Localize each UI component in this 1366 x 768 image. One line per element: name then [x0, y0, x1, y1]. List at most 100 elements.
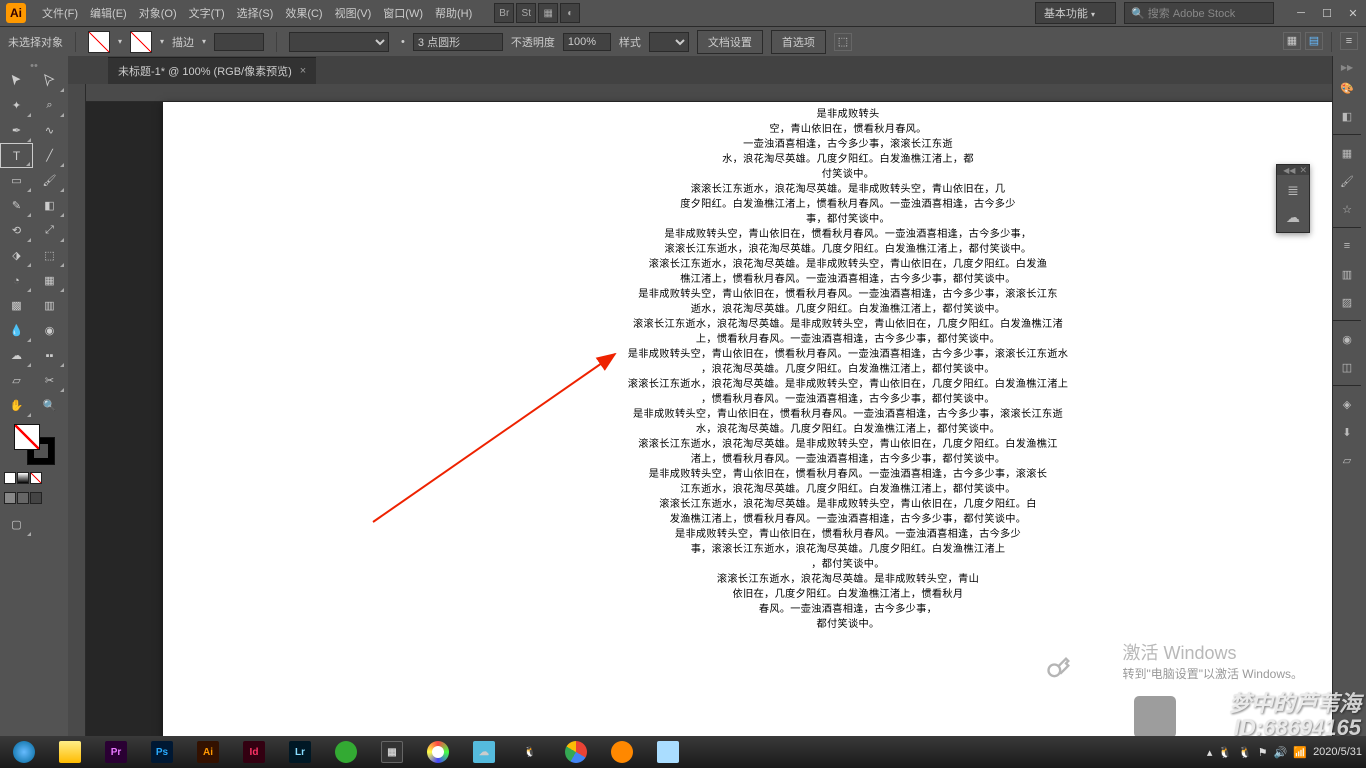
draw-behind-icon[interactable] — [17, 492, 29, 504]
taskbar-app6-icon[interactable] — [648, 738, 688, 766]
color-panel-icon[interactable]: 🎨 — [1333, 74, 1361, 102]
menu-文字(T)[interactable]: 文字(T) — [183, 2, 231, 24]
dock-collapse-icon[interactable]: ▶▶ — [1333, 60, 1361, 74]
align-pixel-icon[interactable]: ▦ — [1283, 32, 1301, 50]
taskbar-illustrator-icon[interactable]: Ai — [188, 738, 228, 766]
brush-input[interactable] — [413, 33, 503, 51]
menu-对象(O)[interactable]: 对象(O) — [133, 2, 183, 24]
tray-qq2-icon[interactable]: 🐧 — [1238, 746, 1252, 759]
taskbar-browser-icon[interactable] — [4, 738, 44, 766]
taskbar-app3-icon[interactable] — [418, 738, 458, 766]
symbols-panel-icon[interactable]: ☆ — [1333, 195, 1361, 223]
taskbar-explorer-icon[interactable] — [50, 738, 90, 766]
stroke-panel-icon[interactable]: ≡ — [1333, 232, 1361, 260]
mesh-tool[interactable]: ▩ — [0, 293, 33, 318]
line-tool[interactable]: ╱ — [33, 143, 66, 168]
eyedropper-tool[interactable]: 💧 — [0, 318, 33, 343]
color-mode-icon[interactable] — [4, 472, 16, 484]
gpu-icon[interactable]: ◐ — [560, 3, 580, 23]
taskbar-app1-icon[interactable] — [326, 738, 366, 766]
layers-panel-icon[interactable]: ◈ — [1333, 390, 1361, 418]
prefs-button[interactable]: 首选项 — [771, 30, 826, 54]
search-input[interactable]: 🔍 搜索 Adobe Stock — [1124, 2, 1274, 24]
gradient-panel-icon[interactable]: ▥ — [1333, 260, 1361, 288]
menu-帮助(H)[interactable]: 帮助(H) — [429, 2, 478, 24]
taskbar-tray[interactable]: ▴ 🐧 🐧 ⚑ 🔊 📶 2020/5/31 — [1207, 746, 1362, 759]
rotate-tool[interactable]: ⟲ — [0, 218, 33, 243]
rectangle-tool[interactable]: ▭ — [0, 168, 33, 193]
shape-builder-tool[interactable]: ◔ — [0, 268, 33, 293]
color-guide-icon[interactable]: ◧ — [1333, 102, 1361, 130]
stroke-swatch[interactable] — [130, 31, 152, 53]
artboard-tool[interactable]: ▱ — [0, 368, 33, 393]
eraser-tool[interactable]: ◧ — [33, 193, 66, 218]
shaper-tool[interactable]: ✎ — [0, 193, 33, 218]
asset-export-icon[interactable]: ⬇ — [1333, 418, 1361, 446]
libraries-panel-icon[interactable]: ☁ — [1281, 205, 1305, 229]
draw-normal-icon[interactable] — [4, 492, 16, 504]
draw-inside-icon[interactable] — [30, 492, 42, 504]
tray-date[interactable]: 2020/5/31 — [1313, 746, 1362, 758]
panel-collapse-icon[interactable]: ◀◀ — [1283, 166, 1295, 175]
style-select[interactable] — [649, 32, 689, 52]
symbol-sprayer-tool[interactable]: ☁ — [0, 343, 33, 368]
artboards-panel-icon[interactable]: ▱ — [1333, 446, 1361, 474]
lasso-tool[interactable]: ⌕ — [33, 93, 66, 118]
appearance-panel-icon[interactable]: ◉ — [1333, 325, 1361, 353]
selection-tool[interactable] — [0, 68, 33, 93]
menu-效果(C)[interactable]: 效果(C) — [279, 2, 328, 24]
gradient-mode-icon[interactable] — [17, 472, 29, 484]
hand-tool[interactable]: ✋ — [0, 393, 33, 418]
scale-tool[interactable]: ⤢ — [33, 218, 66, 243]
properties-panel-icon[interactable]: ≣ — [1281, 178, 1305, 202]
menu-窗口(W)[interactable]: 窗口(W) — [377, 2, 429, 24]
taskbar-indesign-icon[interactable]: Id — [234, 738, 274, 766]
direct-selection-tool[interactable] — [33, 68, 66, 93]
fill-swatch[interactable] — [88, 31, 110, 53]
doc-setup-button[interactable]: 文档设置 — [697, 30, 763, 54]
taskbar-chrome-icon[interactable] — [556, 738, 596, 766]
tray-up-icon[interactable]: ▴ — [1207, 746, 1213, 759]
menu-视图(V)[interactable]: 视图(V) — [329, 2, 378, 24]
tab-close-icon[interactable]: × — [300, 65, 306, 77]
transparency-panel-icon[interactable]: ▨ — [1333, 288, 1361, 316]
pen-tool[interactable]: ✒ — [0, 118, 33, 143]
graphic-styles-icon[interactable]: ◫ — [1333, 353, 1361, 381]
tray-flag-icon[interactable]: ⚑ — [1258, 746, 1268, 759]
transform-icon[interactable]: ▤ — [1305, 32, 1323, 50]
taskbar-qq-icon[interactable]: 🐧 — [510, 738, 550, 766]
arrange-icon[interactable]: ▦ — [538, 3, 558, 23]
close-icon[interactable]: ✕ — [1346, 7, 1360, 20]
perspective-tool[interactable]: ▦ — [33, 268, 66, 293]
bridge-icon[interactable]: Br — [494, 3, 514, 23]
taskbar-app4-icon[interactable]: ☁ — [464, 738, 504, 766]
type-tool[interactable]: T — [0, 143, 33, 168]
magic-wand-tool[interactable]: ✦ — [0, 93, 33, 118]
blend-tool[interactable]: ◉ — [33, 318, 66, 343]
area-type-object[interactable]: 是非成败转头空，青山依旧在，惯看秋月春风。一壶浊酒喜相逢，古今多少事，滚滚长江东… — [588, 107, 1108, 632]
none-mode-icon[interactable] — [30, 472, 42, 484]
taskbar-premiere-icon[interactable]: Pr — [96, 738, 136, 766]
menu-选择(S)[interactable]: 选择(S) — [231, 2, 280, 24]
brushes-panel-icon[interactable]: 🖌 — [1333, 167, 1361, 195]
stock-icon[interactable]: St — [516, 3, 536, 23]
stroke-weight-input[interactable] — [214, 33, 264, 51]
profile-select[interactable] — [289, 32, 389, 52]
slice-tool[interactable]: ✂ — [33, 368, 66, 393]
panel-menu-icon[interactable]: ≡ — [1340, 32, 1358, 50]
tray-wifi-icon[interactable]: 📶 — [1293, 746, 1307, 759]
maximize-icon[interactable]: ☐ — [1320, 7, 1334, 20]
opacity-input[interactable] — [563, 33, 611, 51]
paintbrush-tool[interactable]: 🖌 — [33, 168, 66, 193]
zoom-tool[interactable]: 🔍 — [33, 393, 66, 418]
curvature-tool[interactable]: ∿ — [33, 118, 66, 143]
tray-network-icon[interactable]: 🔊 — [1274, 746, 1288, 759]
free-transform-tool[interactable]: ⬚ — [33, 243, 66, 268]
swatches-panel-icon[interactable]: ▦ — [1333, 139, 1361, 167]
workspace-select[interactable]: 基本功能 ▾ — [1035, 2, 1116, 24]
gradient-tool[interactable]: ▥ — [33, 293, 66, 318]
taskbar-photoshop-icon[interactable]: Ps — [142, 738, 182, 766]
taskbar-app5-icon[interactable] — [602, 738, 642, 766]
panel-close-icon[interactable]: ✕ — [1299, 165, 1307, 176]
canvas[interactable]: 是非成败转头空，青山依旧在，惯看秋月春风。一壶浊酒喜相逢，古今多少事，滚滚长江东… — [68, 84, 1332, 736]
